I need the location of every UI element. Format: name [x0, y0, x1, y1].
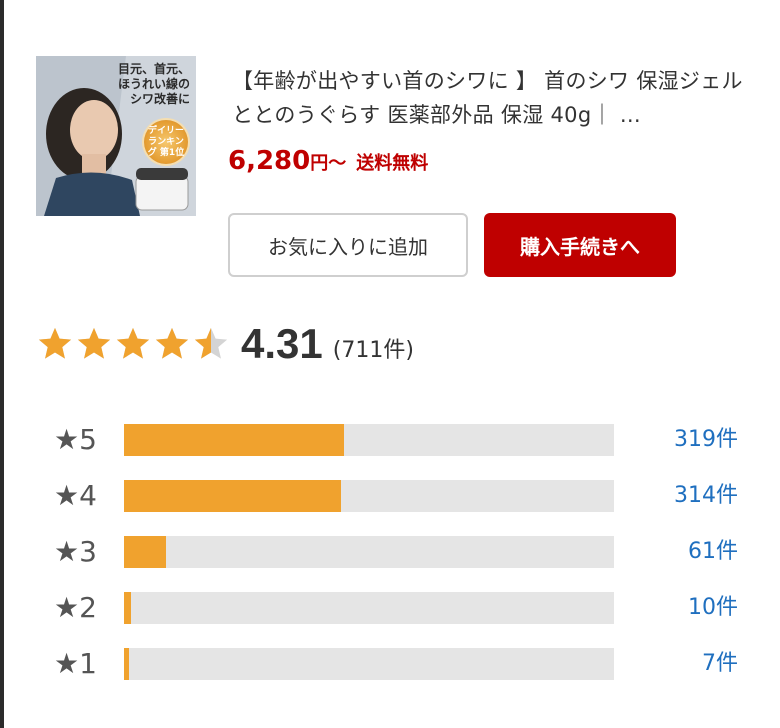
rating-row[interactable]: ★3 61件 — [54, 536, 754, 568]
review-page: 目元、首元、 ほうれい線の シワ改善に デイリー ランキング 第1位 【年齢が出… — [0, 0, 780, 728]
rating-row[interactable]: ★1 7件 — [54, 648, 754, 680]
rating-bar-fill — [124, 480, 341, 512]
product-image-caption: 目元、首元、 ほうれい線の シワ改善に — [118, 62, 190, 107]
star-icon — [194, 327, 228, 359]
rating-bar-fill — [124, 424, 344, 456]
rating-summary: 4.31 (711件) — [36, 320, 414, 368]
rating-row-count[interactable]: 319件 — [674, 424, 738, 456]
rating-bar-track — [124, 480, 614, 512]
rating-row-label: ★5 — [54, 423, 97, 456]
rating-row-count[interactable]: 10件 — [688, 592, 738, 624]
star-icon — [155, 327, 189, 359]
product-image[interactable]: 目元、首元、 ほうれい線の シワ改善に デイリー ランキング 第1位 — [36, 56, 196, 216]
product-title[interactable]: 【年齢が出やすい首のシワに 】 首のシワ 保湿ジェル ととのうぐらす 医薬部外品… — [232, 64, 752, 132]
rating-row-count[interactable]: 7件 — [702, 648, 738, 680]
review-count[interactable]: (711件) — [333, 332, 414, 364]
rating-row-label: ★1 — [54, 647, 97, 680]
rating-row[interactable]: ★5 319件 — [54, 424, 754, 456]
rating-bar-track — [124, 424, 614, 456]
price-row: 6,280 円〜 送料無料 — [228, 146, 428, 176]
rating-bar-track — [124, 648, 614, 680]
add-to-favorites-button[interactable]: お気に入りに追加 — [228, 213, 468, 277]
price-unit: 円〜 — [310, 153, 347, 174]
rating-row[interactable]: ★4 314件 — [54, 480, 754, 512]
star-icon — [77, 327, 111, 359]
caption-line: 目元、首元、 — [117, 62, 190, 76]
caption-line: シワ改善に — [129, 92, 190, 106]
average-score: 4.31 — [241, 320, 323, 367]
rating-bar-fill — [124, 592, 131, 624]
rating-row-label: ★4 — [54, 479, 97, 512]
price-amount: 6,280 — [228, 146, 311, 176]
rating-row-label: ★3 — [54, 535, 97, 568]
free-shipping-label: 送料無料 — [356, 153, 429, 174]
rating-row-count[interactable]: 314件 — [674, 480, 738, 512]
rating-bar-track — [124, 536, 614, 568]
rating-distribution: ★5 319件 ★4 314件 ★3 61件 ★2 10件 ★1 7件 — [54, 424, 754, 704]
star-rating — [36, 325, 231, 363]
rating-bar-fill — [124, 648, 129, 680]
rating-row[interactable]: ★2 10件 — [54, 592, 754, 624]
star-icon — [38, 327, 72, 359]
star-icon — [116, 327, 150, 359]
ranking-badge: デイリー ランキング 第1位 — [144, 120, 188, 164]
caption-line: ほうれい線の — [117, 77, 190, 91]
rating-bar-track — [124, 592, 614, 624]
rating-row-count[interactable]: 61件 — [688, 536, 738, 568]
rating-row-label: ★2 — [54, 591, 97, 624]
checkout-button[interactable]: 購入手続きへ — [484, 213, 676, 277]
rating-bar-fill — [124, 536, 167, 568]
